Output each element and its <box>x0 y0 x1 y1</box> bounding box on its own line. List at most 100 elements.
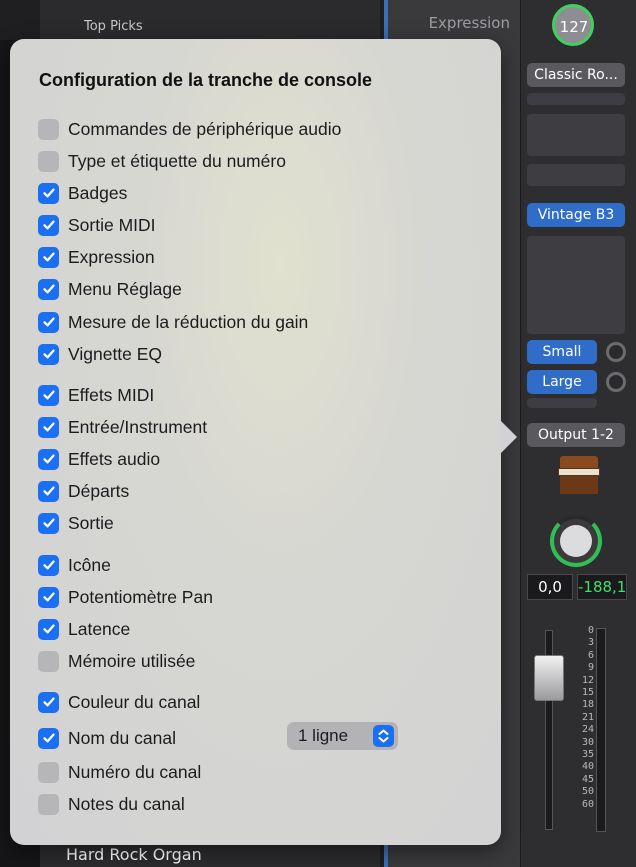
checkbox-checked[interactable] <box>38 278 59 300</box>
checkbox-checked[interactable] <box>38 586 59 608</box>
checkbox-unchecked[interactable] <box>38 761 59 783</box>
option-label: Couleur du canal <box>68 691 201 712</box>
option-row[interactable]: Icône <box>38 553 111 577</box>
organ-icon[interactable] <box>556 456 602 496</box>
checkbox-checked[interactable] <box>38 416 59 438</box>
gain-reduction-meter <box>527 93 625 105</box>
option-row[interactable]: Nom du canal <box>38 726 176 750</box>
meter-scale-tick: 3 <box>587 637 594 649</box>
checkbox-checked[interactable] <box>38 727 59 749</box>
midi-fx-slot[interactable] <box>527 164 625 186</box>
option-label: Expression <box>68 246 155 267</box>
checkbox-checked[interactable] <box>38 214 59 236</box>
eq-thumbnail[interactable] <box>527 114 625 156</box>
checkmark-icon <box>42 284 55 294</box>
option-row[interactable]: Numéro du canal <box>38 760 201 784</box>
meter-scale-tick: 0 <box>587 625 594 636</box>
checkbox-checked[interactable] <box>38 182 59 204</box>
checkbox-unchecked[interactable] <box>38 793 59 815</box>
meter-scale-tick: 9 <box>587 662 594 674</box>
checkbox-checked[interactable] <box>38 618 59 640</box>
checkmark-icon <box>42 422 55 432</box>
option-row[interactable]: Expression <box>38 245 155 269</box>
checkmark-icon <box>42 697 55 707</box>
option-label: Icône <box>68 554 111 575</box>
option-row[interactable]: Entrée/Instrument <box>38 415 207 439</box>
checkbox-unchecked[interactable] <box>38 150 59 172</box>
expression-label: Expression <box>428 14 510 32</box>
send-small-button[interactable]: Small <box>527 340 597 364</box>
checkbox-checked[interactable] <box>38 343 59 365</box>
send-small-knob[interactable] <box>606 342 626 362</box>
output-button[interactable]: Output 1-2 <box>527 423 625 447</box>
checkbox-checked[interactable] <box>38 311 59 333</box>
audio-fx-area[interactable] <box>527 236 625 334</box>
checkmark-icon <box>42 624 55 634</box>
checkbox-checked[interactable] <box>38 448 59 470</box>
checkbox-unchecked[interactable] <box>38 118 59 140</box>
checkmark-icon <box>42 486 55 496</box>
expression-knob[interactable]: 127 <box>548 2 600 46</box>
option-label: Badges <box>68 182 128 203</box>
option-row[interactable]: Vignette EQ <box>38 342 162 366</box>
option-label: Mesure de la réduction du gain <box>68 311 309 332</box>
meter-scale-tick: 21 <box>581 711 594 723</box>
option-row[interactable]: Potentiomètre Pan <box>38 585 213 609</box>
option-row[interactable]: Départs <box>38 479 129 503</box>
checkbox-checked[interactable] <box>38 691 59 713</box>
option-row[interactable]: Menu Réglage <box>38 277 182 301</box>
option-row[interactable]: Type et étiquette du numéro <box>38 149 286 173</box>
checkmark-icon <box>42 733 55 743</box>
meter-scale-tick: 30 <box>581 736 594 748</box>
setting-menu-button[interactable]: Classic Ro... <box>527 63 625 87</box>
option-row[interactable]: Effets audio <box>38 447 160 471</box>
option-row[interactable]: Effets MIDI <box>38 383 154 407</box>
meter-scale-tick: 15 <box>581 687 594 699</box>
checkmark-icon <box>42 317 55 327</box>
meter-scale-tick: 12 <box>581 674 594 686</box>
option-row[interactable]: Sortie MIDI <box>38 213 156 237</box>
empty-send-slot[interactable] <box>527 398 597 408</box>
option-row[interactable]: Couleur du canal <box>38 690 200 714</box>
option-label: Notes du canal <box>68 793 185 814</box>
checkmark-icon <box>42 220 55 230</box>
checkmark-icon <box>42 252 55 262</box>
checkmark-icon <box>42 454 55 464</box>
checkbox-checked[interactable] <box>38 512 59 534</box>
option-label: Départs <box>68 480 130 501</box>
channel-name-lines-select[interactable]: 1 ligne <box>287 722 398 750</box>
send-large-knob[interactable] <box>606 372 626 392</box>
option-label: Commandes de périphérique audio <box>68 118 342 139</box>
option-label: Potentiomètre Pan <box>68 586 213 607</box>
send-large-button[interactable]: Large <box>527 370 597 394</box>
peak-readout[interactable]: -188,1 <box>577 574 627 600</box>
pan-knob[interactable] <box>550 515 602 567</box>
meter-scale-tick: 40 <box>581 761 594 773</box>
instrument-slot[interactable]: Vintage B3 <box>527 203 625 227</box>
meter-scale-tick: 24 <box>581 724 594 736</box>
option-row[interactable]: Mesure de la réduction du gain <box>38 310 308 334</box>
top-picks-tab[interactable]: Top Picks <box>84 19 143 34</box>
checkmark-icon <box>42 390 55 400</box>
option-row[interactable]: Mémoire utilisée <box>38 649 195 673</box>
volume-readout[interactable]: 0,0 <box>527 574 573 600</box>
option-row[interactable]: Notes du canal <box>38 792 185 816</box>
option-label: Type et étiquette du numéro <box>68 150 286 171</box>
option-row[interactable]: Sortie <box>38 511 114 535</box>
popover-title: Configuration de la tranche de console <box>39 70 373 90</box>
option-row[interactable]: Badges <box>38 181 127 205</box>
checkbox-checked[interactable] <box>38 384 59 406</box>
option-row[interactable]: Latence <box>38 617 130 641</box>
checkbox-checked[interactable] <box>38 480 59 502</box>
meter-scale-tick: 45 <box>581 773 594 785</box>
checkbox-checked[interactable] <box>38 246 59 268</box>
checkbox-unchecked[interactable] <box>38 650 59 672</box>
option-label: Mémoire utilisée <box>68 650 196 671</box>
option-label: Effets audio <box>68 448 161 469</box>
checkbox-checked[interactable] <box>38 554 59 576</box>
option-label: Numéro du canal <box>68 761 202 782</box>
volume-fader-handle[interactable] <box>534 655 564 701</box>
checkmark-icon <box>42 188 55 198</box>
option-row[interactable]: Commandes de périphérique audio <box>38 117 341 141</box>
option-label: Nom du canal <box>68 727 176 748</box>
